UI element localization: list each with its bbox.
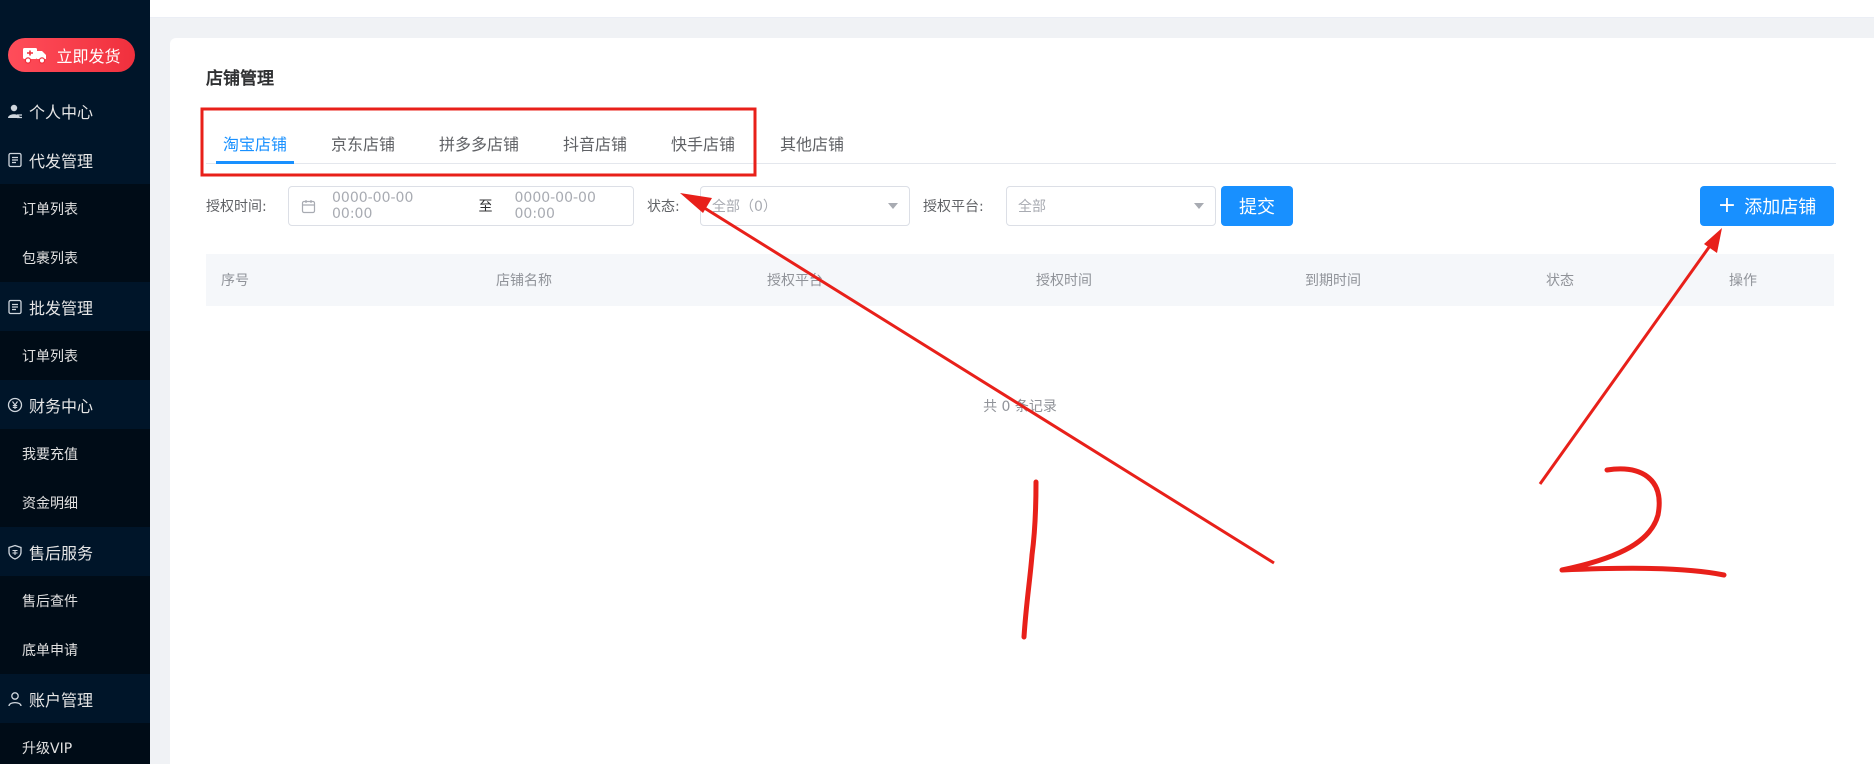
- sidebar-group-1[interactable]: 代发管理: [0, 135, 150, 184]
- sidebar-item-label: 账户管理: [29, 690, 94, 710]
- status-label: 状态:: [647, 199, 680, 215]
- auth-time-label: 授权时间:: [206, 199, 267, 215]
- calendar-icon: [301, 199, 316, 214]
- sidebar-item-label: 批发管理: [29, 298, 94, 318]
- sidebar-item-label: 售后查件: [22, 593, 78, 610]
- sidebar-menu: 个人中心 代发管理 订单列表 包裹列表 批发管理 订单列表 财务中心 我要充值 资金明细 售后服务…: [0, 86, 150, 764]
- plus-icon: +: [1717, 193, 1737, 218]
- user-icon: [6, 102, 24, 120]
- tab-taobao[interactable]: 淘宝店铺: [216, 122, 294, 164]
- ship-now-label: 立即发货: [56, 47, 121, 66]
- yen-icon: [6, 396, 24, 414]
- ship-now-button[interactable]: 立即发货: [8, 38, 135, 72]
- document-icon: [6, 298, 24, 316]
- platform-label: 授权平台:: [923, 199, 984, 215]
- tab-douyin[interactable]: 抖音店铺: [556, 122, 634, 164]
- column-header-index: 序号: [221, 273, 249, 289]
- sidebar-item-2[interactable]: 订单列表: [0, 184, 150, 233]
- sidebar-item-13[interactable]: 升级VIP: [0, 723, 150, 764]
- sidebar-item-label: 个人中心: [29, 102, 94, 122]
- truck-icon: [23, 48, 47, 64]
- sidebar-item-label: 订单列表: [22, 348, 78, 365]
- chevron-down-icon: [888, 203, 898, 209]
- submit-button[interactable]: 提交: [1221, 186, 1293, 226]
- add-store-label: 添加店铺: [1744, 197, 1817, 218]
- sidebar-item-11[interactable]: 底单申请: [0, 625, 150, 674]
- sidebar: 立即发货 个人中心 代发管理 订单列表 包裹列表 批发管理 订单列表 财务中心 我要充值 资金明…: [0, 0, 150, 764]
- sidebar-item-8[interactable]: 资金明细: [0, 478, 150, 527]
- tab-pinduoduo[interactable]: 拼多多店铺: [432, 122, 526, 164]
- end-time-input[interactable]: 0000-00-00 00:00: [515, 190, 634, 222]
- sidebar-group-6[interactable]: 财务中心: [0, 380, 150, 429]
- status-select[interactable]: 全部（0）: [700, 186, 910, 226]
- column-header-auth-platform: 授权平台: [767, 273, 823, 289]
- sidebar-item-label: 售后服务: [29, 543, 94, 563]
- sidebar-item-10[interactable]: 售后查件: [0, 576, 150, 625]
- chevron-down-icon: [1194, 203, 1204, 209]
- sidebar-item-label: 包裹列表: [22, 250, 78, 267]
- page-title: 店铺管理: [206, 69, 274, 89]
- sidebar-item-label: 资金明细: [22, 495, 78, 512]
- tab-other[interactable]: 其他店铺: [773, 122, 851, 164]
- range-separator: 至: [478, 199, 493, 215]
- sidebar-item-7[interactable]: 我要充值: [0, 429, 150, 478]
- column-header-expire-time: 到期时间: [1305, 273, 1361, 289]
- sidebar-group-12[interactable]: 账户管理: [0, 674, 150, 723]
- tab-jd[interactable]: 京东店铺: [324, 122, 402, 164]
- sidebar-item-label: 我要充值: [22, 446, 78, 463]
- sidebar-group-4[interactable]: 批发管理: [0, 282, 150, 331]
- empty-records-text: 共 0 条记录: [983, 399, 1057, 415]
- store-management-card: 店铺管理 淘宝店铺 京东店铺 拼多多店铺 抖音店铺 快手店铺 其他店铺 授权时间…: [170, 38, 1874, 764]
- sidebar-item-label: 升级VIP: [22, 740, 73, 757]
- table-header: 序号 店铺名称 授权平台 授权时间 到期时间 状态 操作: [206, 254, 1834, 306]
- sidebar-item-label: 财务中心: [29, 396, 94, 416]
- sidebar-item-label: 代发管理: [29, 151, 94, 171]
- document-icon: [6, 151, 24, 169]
- platform-tabs: 淘宝店铺 京东店铺 拼多多店铺 抖音店铺 快手店铺 其他店铺: [206, 122, 1836, 164]
- sidebar-item-label: 底单申请: [22, 642, 78, 659]
- tab-kuaishou[interactable]: 快手店铺: [664, 122, 742, 164]
- platform-select[interactable]: 全部: [1006, 186, 1216, 226]
- column-header-auth-time: 授权时间: [1036, 273, 1092, 289]
- sidebar-item-3[interactable]: 包裹列表: [0, 233, 150, 282]
- column-header-status: 状态: [1546, 273, 1574, 289]
- user-outline-icon: [6, 690, 24, 708]
- top-header-strip: [150, 0, 1874, 18]
- add-store-button[interactable]: + 添加店铺: [1700, 186, 1834, 226]
- sidebar-item-label: 订单列表: [22, 201, 78, 218]
- sidebar-group-9[interactable]: 售后服务: [0, 527, 150, 576]
- column-header-store-name: 店铺名称: [496, 273, 552, 289]
- sidebar-group-0[interactable]: 个人中心: [0, 86, 150, 135]
- shield-icon: [6, 543, 24, 561]
- status-select-value: 全部（0）: [712, 199, 777, 215]
- sidebar-item-5[interactable]: 订单列表: [0, 331, 150, 380]
- platform-select-value: 全部: [1018, 199, 1046, 215]
- column-header-actions: 操作: [1729, 273, 1757, 289]
- auth-time-range-picker[interactable]: 0000-00-00 00:00 至 0000-00-00 00:00: [288, 186, 634, 226]
- active-tab-indicator: [216, 161, 294, 164]
- start-time-input[interactable]: 0000-00-00 00:00: [332, 190, 451, 222]
